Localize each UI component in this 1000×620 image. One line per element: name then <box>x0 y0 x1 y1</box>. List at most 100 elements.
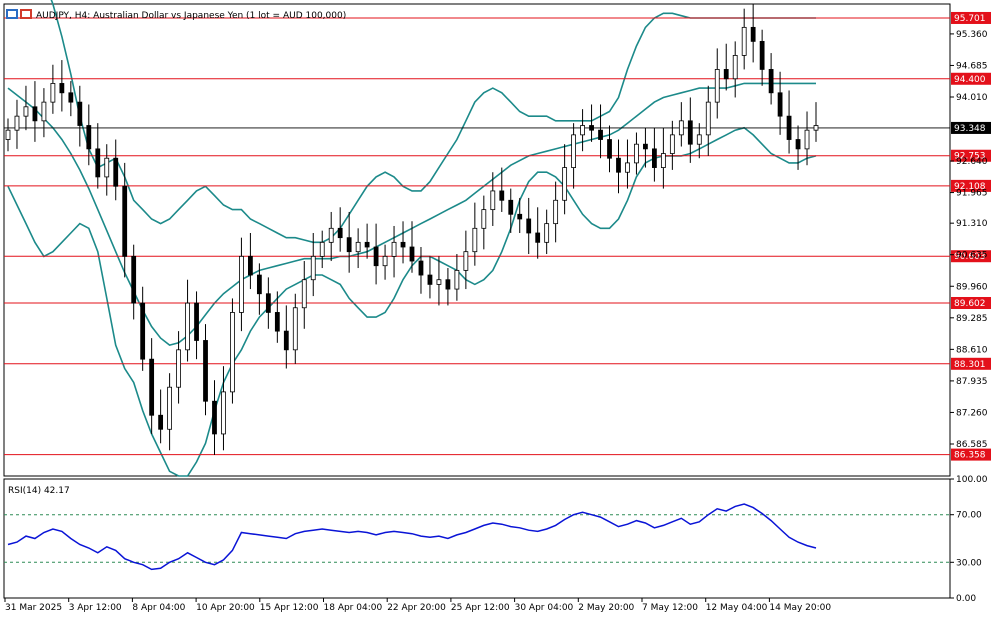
candle-body <box>580 125 585 136</box>
price-tick-label: 92.640 <box>956 157 988 167</box>
price-tick-label: 87.260 <box>956 408 988 418</box>
candle-body <box>14 115 20 131</box>
level-label: 95.701 <box>954 14 986 24</box>
candle-body <box>301 279 307 309</box>
candle-body <box>158 414 164 430</box>
candle-body <box>274 312 280 332</box>
candle-body <box>741 26 747 56</box>
candle-body <box>454 269 460 290</box>
candle-body <box>239 255 244 313</box>
candle-body <box>140 302 146 360</box>
candle-body <box>678 120 684 136</box>
candle-body <box>634 143 639 164</box>
rsi-axis: 100.00 70.00 30.00 0.00 <box>950 475 988 604</box>
price-tick-label: 95.360 <box>956 30 988 40</box>
candle-body <box>41 101 47 122</box>
time-tick-label: 12 May 04:00 <box>706 603 768 613</box>
candle-body <box>750 26 756 42</box>
candle-body <box>436 279 442 285</box>
candle-body <box>813 125 819 131</box>
price-tick-label: 89.960 <box>956 282 988 292</box>
candle-body <box>669 134 675 154</box>
candle-body <box>167 386 172 430</box>
candle-body <box>732 55 738 80</box>
candle-body <box>346 237 352 253</box>
candle-body <box>768 69 774 94</box>
time-tick-label: 8 Apr 04:00 <box>132 603 185 613</box>
candle-body <box>759 40 765 70</box>
candle-body <box>203 340 208 402</box>
candle-body <box>598 129 603 140</box>
price-tick-label: 86.585 <box>956 440 988 450</box>
candle-body <box>418 260 424 276</box>
candle-body <box>652 148 657 168</box>
rsi-tick-label: 70.00 <box>956 511 982 521</box>
time-tick-label: 2 May 20:00 <box>578 603 634 613</box>
time-tick-label: 22 Apr 20:00 <box>387 603 446 613</box>
current-price-label: 93.348 <box>954 124 986 134</box>
candle-body <box>490 190 496 211</box>
candle-body <box>391 241 397 257</box>
candle-body <box>400 241 406 248</box>
candle-body <box>185 302 190 351</box>
candle-body <box>86 125 92 150</box>
candle-body <box>382 255 388 267</box>
rsi-pane <box>3 478 951 599</box>
price-tick-label: 89.285 <box>956 314 988 324</box>
candle-body <box>445 279 451 290</box>
level-label: 88.301 <box>954 360 986 370</box>
candle-body <box>283 330 289 351</box>
time-tick-label: 15 Apr 12:00 <box>260 603 319 613</box>
candle-body <box>705 101 711 136</box>
rsi-label: RSI(14) 42.17 <box>8 486 70 496</box>
candle-body <box>113 157 119 187</box>
candle-body <box>714 69 720 103</box>
candle-body <box>373 246 379 267</box>
price-tick-label: 94.010 <box>956 93 988 103</box>
level-label: 89.602 <box>954 299 986 309</box>
candle-body <box>589 125 594 131</box>
candle-body <box>32 106 38 122</box>
time-tick-label: 31 Mar 2025 <box>5 603 62 613</box>
candle-body <box>660 153 666 168</box>
candle-body <box>337 227 343 239</box>
time-tick-label: 25 Apr 12:00 <box>451 603 510 613</box>
candle-body <box>355 241 361 253</box>
candle-body <box>696 134 702 145</box>
candle-body <box>23 106 29 117</box>
candle-body <box>5 129 11 140</box>
candle-body <box>77 101 83 126</box>
candle-body <box>517 213 523 220</box>
candle-body <box>795 139 801 150</box>
rsi-tick-label: 30.00 <box>956 558 982 568</box>
candle-body <box>804 129 810 150</box>
time-tick-label: 3 Apr 12:00 <box>69 603 122 613</box>
candle-body <box>122 185 128 257</box>
candle-body <box>319 241 325 257</box>
candle-body <box>777 92 783 117</box>
candle-body <box>526 218 532 234</box>
candle-body <box>364 241 370 248</box>
candle-body <box>625 162 630 173</box>
candle-body <box>463 251 469 271</box>
candle-body <box>553 199 559 225</box>
candle-body <box>472 227 478 253</box>
price-tick-label: 94.685 <box>956 61 988 71</box>
price-tick-label: 87.935 <box>956 377 988 387</box>
candle-body <box>481 209 487 229</box>
candle-body <box>499 190 505 201</box>
time-tick-label: 18 Apr 04:00 <box>324 603 383 613</box>
candle-body <box>230 312 235 393</box>
candle-body <box>104 157 110 178</box>
candle-body <box>256 274 262 295</box>
candle-body <box>544 223 550 243</box>
time-tick-label: 10 Apr 20:00 <box>196 603 255 613</box>
candle-body <box>687 120 693 145</box>
candle-body <box>786 115 792 140</box>
candle-body <box>535 232 541 243</box>
candle-body <box>194 302 199 341</box>
candle-body <box>265 293 271 313</box>
candle-body <box>723 69 729 80</box>
candle-body <box>149 358 155 416</box>
chart-canvas: 95.70194.40092.75392.10890.60389.60288.3… <box>3 0 991 613</box>
